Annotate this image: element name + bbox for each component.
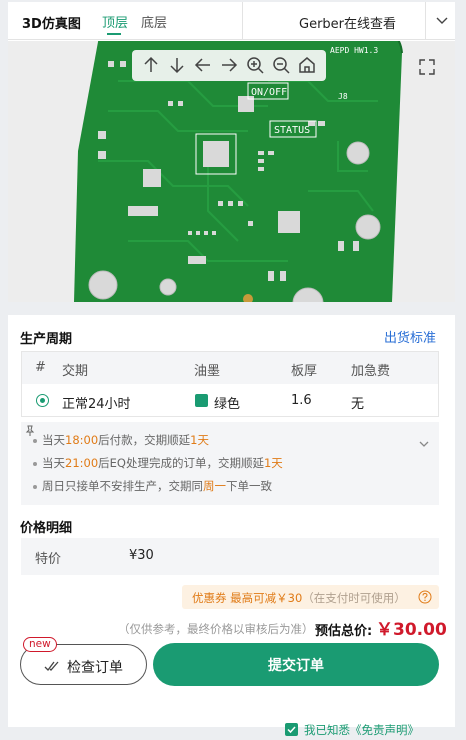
chevron-down-icon[interactable] xyxy=(417,437,431,451)
pcb-3d-viewer[interactable]: ON/OFF STATUS J8 AEPD HW1.3 xyxy=(8,41,455,302)
zoom-out-icon[interactable] xyxy=(269,53,293,77)
disclaimer-link[interactable]: 我已知悉《免责声明》 xyxy=(304,722,419,738)
viewer-title: 3D仿真图 xyxy=(22,17,81,32)
chevron-down-icon[interactable] xyxy=(432,10,452,30)
tab-top-layer[interactable]: 顶层 xyxy=(102,12,128,31)
silk-onoff: ON/OFF xyxy=(251,87,287,98)
agree-checkbox[interactable] xyxy=(285,723,298,736)
silk-status: STATUS xyxy=(274,125,310,136)
gerber-viewer-label: Gerber在线查看 xyxy=(299,17,397,32)
estimate-note: （仅供参考，最终价格以审核后为准） xyxy=(118,622,314,636)
estimate-total: ￥30.00 xyxy=(376,620,447,640)
help-icon[interactable] xyxy=(418,590,432,604)
divider xyxy=(425,2,426,40)
price-value: ¥30 xyxy=(129,548,154,563)
silk-version: AEPD HW1.3 xyxy=(330,46,378,55)
production-cycle-title: 生产周期 xyxy=(20,332,73,347)
arrow-right-icon[interactable] xyxy=(217,53,241,77)
double-check-icon xyxy=(44,661,59,671)
delivery-radio[interactable] xyxy=(36,394,49,407)
viewer-tabs: 3D仿真图 顶层 底层 Gerber在线查看 xyxy=(8,2,455,40)
col-rush-fee: 加急费 xyxy=(351,364,391,379)
arrow-down-icon[interactable] xyxy=(165,53,189,77)
fullscreen-icon[interactable] xyxy=(418,58,436,76)
estimate-label: 预估总价: xyxy=(315,624,373,639)
submit-order-button[interactable]: 提交订单 xyxy=(153,643,439,686)
note-item: 当天21:00后EQ处理完成的订单，交期顺延1天 xyxy=(33,455,283,471)
home-icon[interactable] xyxy=(295,53,319,77)
price-label: 特价 xyxy=(35,552,62,567)
submit-order-label: 提交订单 xyxy=(268,658,324,674)
price-row: 特价 ¥30 xyxy=(21,538,439,575)
checkmark-icon xyxy=(287,726,296,734)
check-order-label: 检查订单 xyxy=(67,660,123,676)
coupon-text: 优惠券 最高可减￥30（在支付时可使用） xyxy=(192,591,406,605)
delivery-notes: 当天18:00后付款，交期顺延1天 当天21:00后EQ处理完成的订单，交期顺延… xyxy=(21,422,439,505)
coupon-banner: 优惠券 最高可减￥30（在支付时可使用） xyxy=(182,585,439,609)
tab-active-indicator xyxy=(107,33,121,35)
note-item: 当天18:00后付款，交期顺延1天 xyxy=(33,432,209,448)
col-ink: 油墨 xyxy=(194,364,221,379)
shipping-standard-link[interactable]: 出货标准 xyxy=(384,327,436,346)
rush-fee-value: 无 xyxy=(351,397,365,412)
price-detail-title: 价格明细 xyxy=(20,521,73,536)
thickness-value: 1.6 xyxy=(291,393,312,408)
arrow-up-icon[interactable] xyxy=(139,53,163,77)
ink-value: 绿色 xyxy=(214,397,241,412)
viewer-toolbar xyxy=(132,50,326,81)
gerber-viewer-dropdown[interactable]: Gerber在线查看 xyxy=(242,2,455,40)
ink-color-swatch xyxy=(195,394,208,407)
tab-bottom-layer[interactable]: 底层 xyxy=(141,12,167,31)
production-table: # 交期 油墨 板厚 加急费 正常24小时 绿色 1.6 无 xyxy=(21,351,439,417)
table-header: # 交期 油墨 板厚 加急费 xyxy=(22,352,438,384)
col-thickness: 板厚 xyxy=(291,364,318,379)
col-delivery: 交期 xyxy=(62,364,89,379)
delivery-value: 正常24小时 xyxy=(62,397,131,412)
arrow-left-icon[interactable] xyxy=(191,53,215,77)
table-row[interactable]: 正常24小时 绿色 1.6 无 xyxy=(22,384,438,416)
silk-j8: J8 xyxy=(338,92,348,101)
zoom-in-icon[interactable] xyxy=(243,53,267,77)
new-badge: new xyxy=(23,637,57,652)
order-panel: 生产周期 出货标准 # 交期 油墨 板厚 加急费 正常24小时 绿色 1.6 无… xyxy=(8,315,455,737)
viewer-card: 3D仿真图 顶层 底层 Gerber在线查看 ON/OFF STATUS J8 … xyxy=(8,2,455,302)
note-item: 周日只接单不安排生产，交期同周一下单一致 xyxy=(33,478,272,494)
col-index: # xyxy=(35,360,46,375)
